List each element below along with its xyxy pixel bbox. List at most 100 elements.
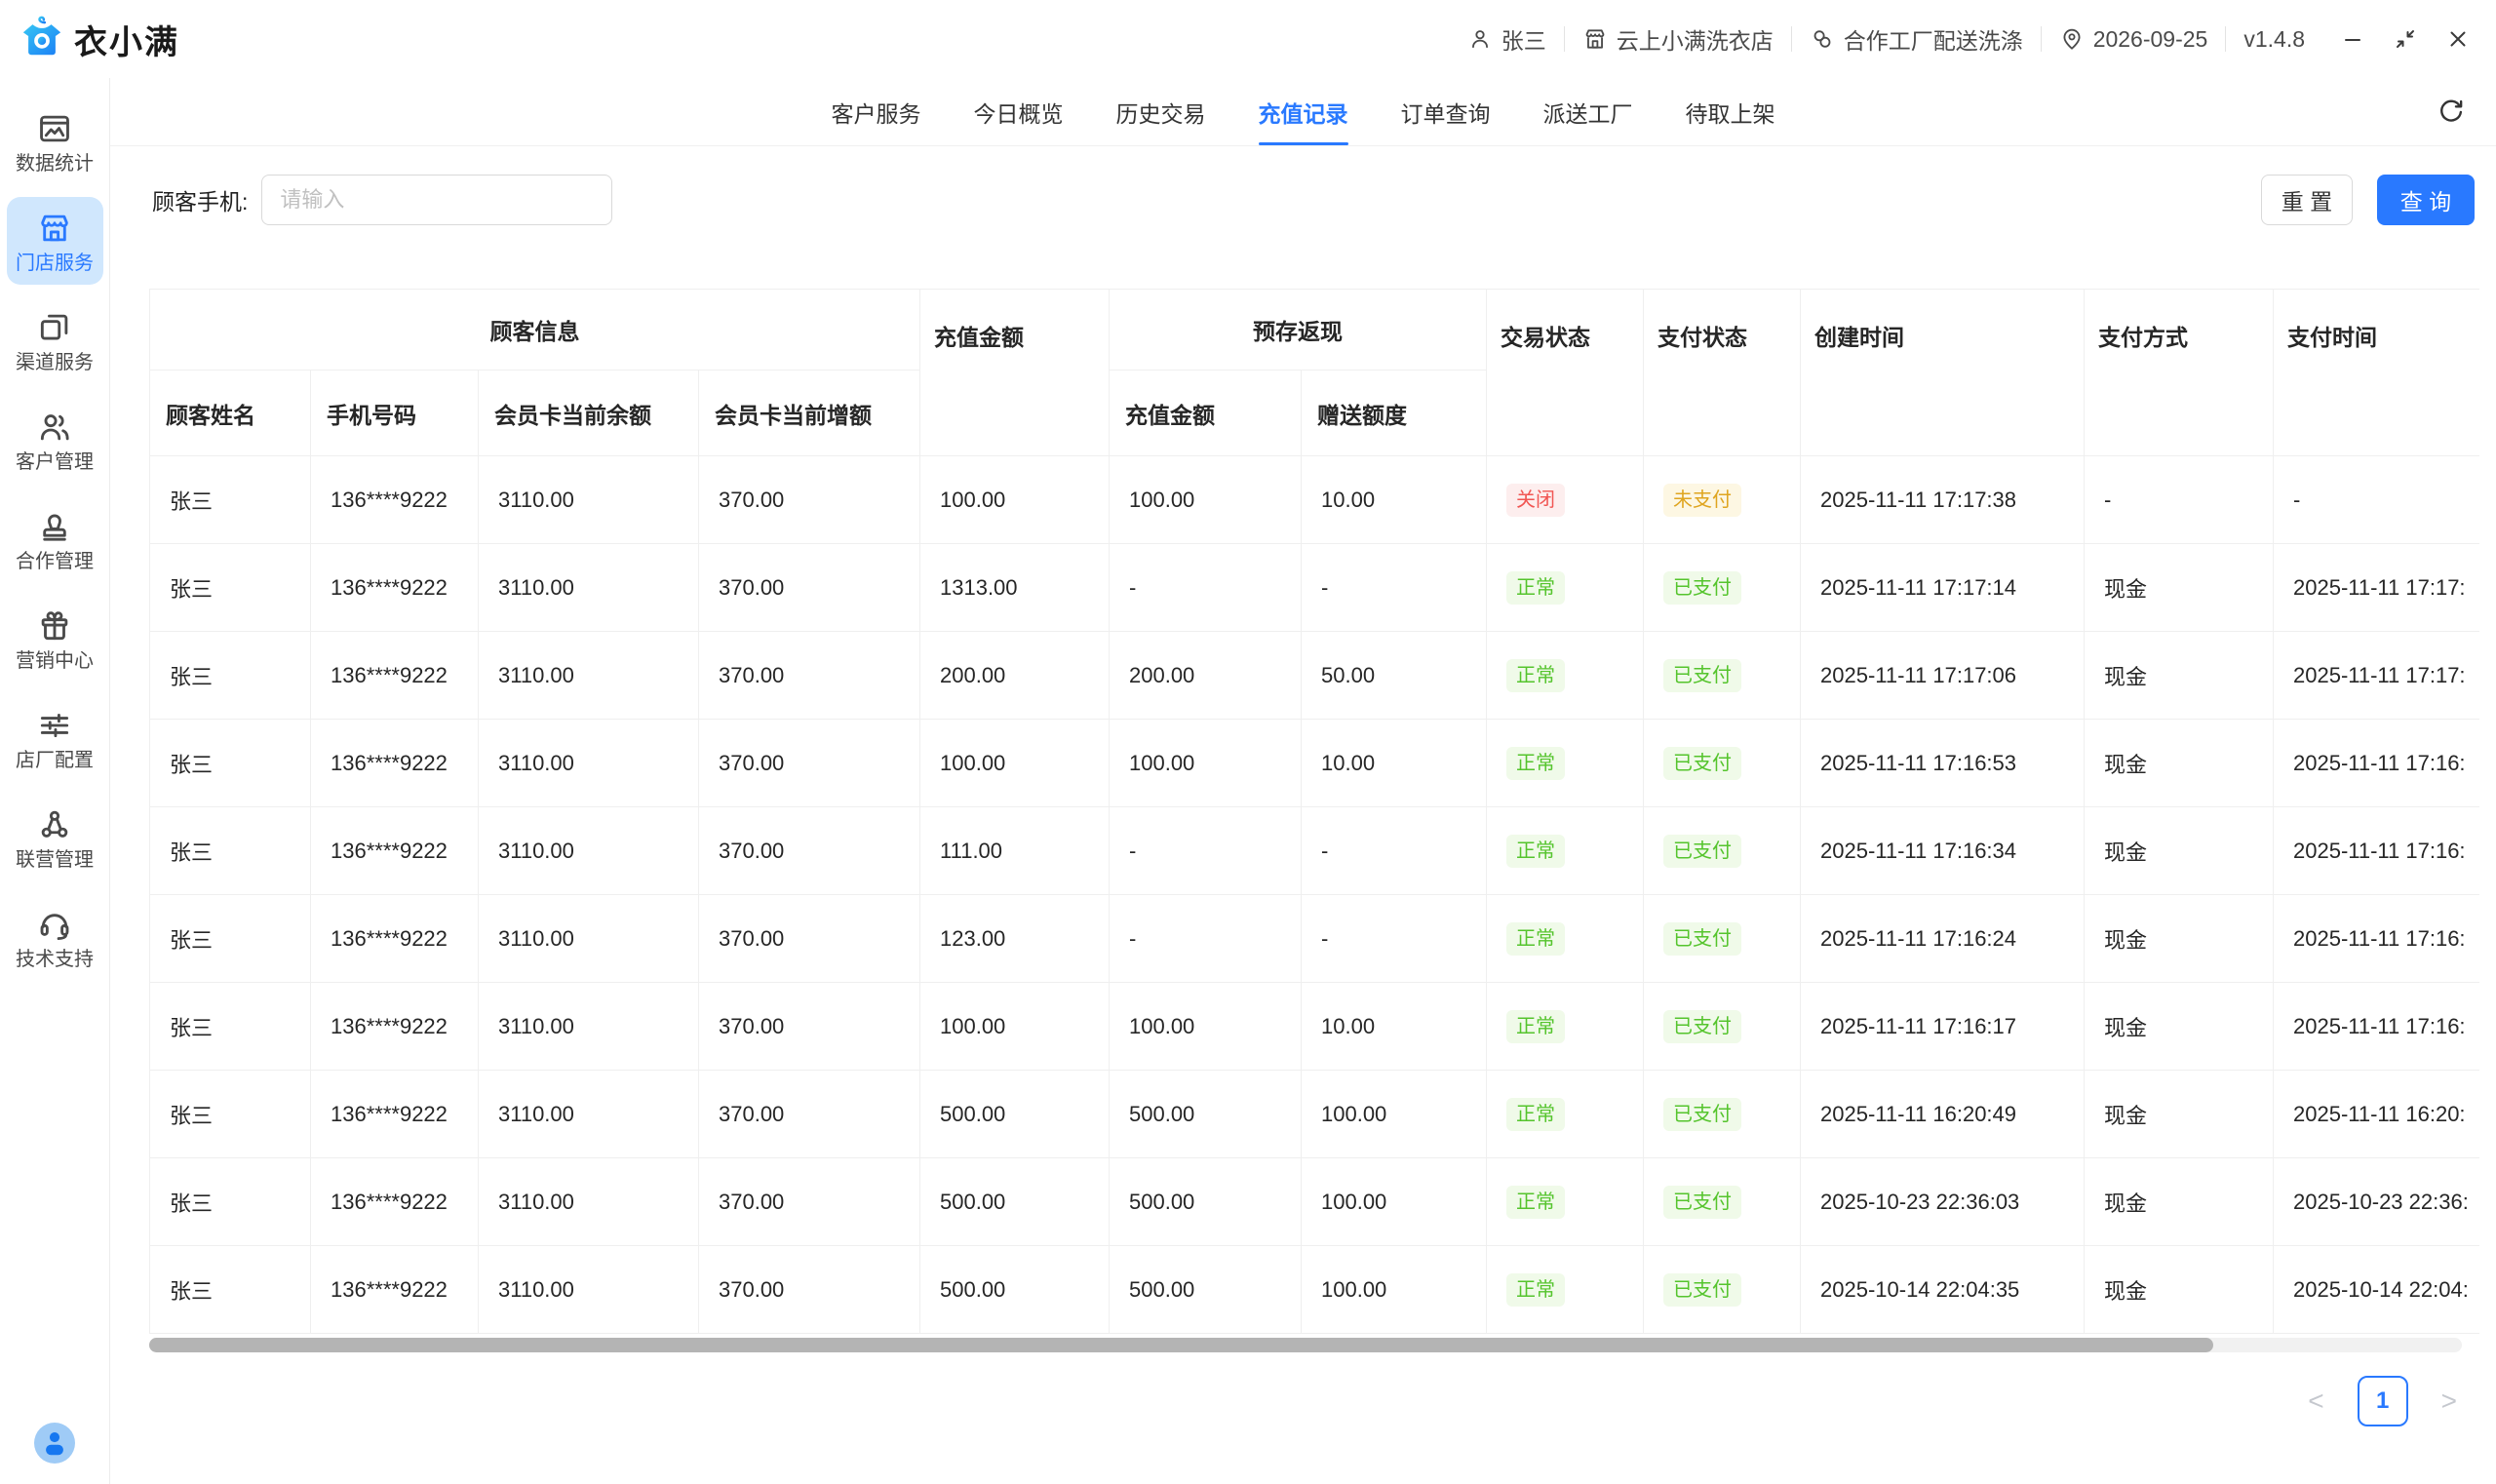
- cell-pay-method: 现金: [2085, 632, 2274, 720]
- cell-prestore-amount: 500.00: [1110, 1246, 1302, 1334]
- cell-card-balance: 3110.00: [479, 895, 699, 983]
- cell-card-balance: 3110.00: [479, 807, 699, 895]
- cell-phone: 136****9222: [311, 983, 479, 1071]
- cell-phone: 136****9222: [311, 1158, 479, 1246]
- cell-pay-time: -: [2274, 456, 2480, 544]
- reset-button[interactable]: 重 置: [2261, 175, 2353, 225]
- status-badge: 正常: [1506, 1273, 1565, 1307]
- cooperation-icon: [36, 508, 73, 545]
- customer-phone-label: 顾客手机:: [152, 183, 248, 216]
- avatar-icon: [34, 1451, 75, 1467]
- cell-pay-method: 现金: [2085, 1158, 2274, 1246]
- status-badge: 已支付: [1663, 835, 1741, 868]
- tab-customer-service[interactable]: 客户服务: [832, 78, 921, 145]
- tab-history-trades[interactable]: 历史交易: [1116, 78, 1206, 145]
- cell-recharge-amount: 111.00: [920, 807, 1110, 895]
- storefront-icon: [36, 210, 73, 247]
- sidebar-item-cooperation-mgmt[interactable]: 合作管理: [7, 495, 103, 583]
- sidebar-item-store-factory-config[interactable]: 店厂配置: [7, 694, 103, 782]
- cell-customer-name: 张三: [150, 632, 311, 720]
- app-logo: 衣小满: [20, 15, 179, 64]
- divider: [2225, 26, 2226, 52]
- current-page[interactable]: 1: [2358, 1376, 2408, 1426]
- search-button[interactable]: 查 询: [2377, 175, 2475, 225]
- sidebar-item-data-stats[interactable]: 数据统计: [7, 98, 103, 185]
- cell-pay-time: 2025-11-11 17:16:: [2274, 895, 2480, 983]
- refresh-icon[interactable]: [2436, 97, 2467, 128]
- cell-recharge-amount: 100.00: [920, 983, 1110, 1071]
- sidebar-item-marketing-center[interactable]: 营销中心: [7, 595, 103, 683]
- system-date: 2026-09-25: [2059, 26, 2208, 53]
- cell-customer-name: 张三: [150, 720, 311, 807]
- sidebar-item-store-service[interactable]: 门店服务: [7, 197, 103, 285]
- tab-bar: 客户服务今日概览历史交易充值记录订单查询派送工厂待取上架: [110, 78, 2496, 146]
- tab-pickup-shelf[interactable]: 待取上架: [1686, 78, 1775, 145]
- status-badge: 正常: [1506, 1010, 1565, 1043]
- table-body: 张三136****92223110.00370.00100.00100.0010…: [150, 456, 2480, 1334]
- status-badge: 正常: [1506, 571, 1565, 605]
- cell-prestore-amount: 500.00: [1110, 1071, 1302, 1158]
- status-badge: 已支付: [1663, 571, 1741, 605]
- status-badge: 已支付: [1663, 747, 1741, 780]
- status-badge: 正常: [1506, 1186, 1565, 1219]
- table-row: 张三136****92223110.00370.00100.00100.0010…: [150, 720, 2480, 807]
- topbar-right: 张三 云上小满洗衣店 合作工厂配送洗涤: [1467, 22, 2471, 56]
- cell-phone: 136****9222: [311, 807, 479, 895]
- cell-recharge-amount: 100.00: [920, 456, 1110, 544]
- cell-pay-method: 现金: [2085, 983, 2274, 1071]
- sidebar-item-channel-service[interactable]: 渠道服务: [7, 296, 103, 384]
- cell-pay-time: 2025-11-11 17:16:: [2274, 807, 2480, 895]
- sidebar-item-alliance-mgmt[interactable]: 联营管理: [7, 794, 103, 881]
- cell-trade-status: 正常: [1487, 983, 1644, 1071]
- config-icon: [36, 707, 73, 744]
- cell-pay-status: 已支付: [1644, 632, 1801, 720]
- cell-recharge-amount: 1313.00: [920, 544, 1110, 632]
- cell-pay-status: 已支付: [1644, 720, 1801, 807]
- next-page-button[interactable]: >: [2441, 1386, 2457, 1417]
- cell-phone: 136****9222: [311, 544, 479, 632]
- close-icon[interactable]: [2445, 26, 2471, 52]
- cell-prestore-amount: 100.00: [1110, 983, 1302, 1071]
- chart-icon: [36, 110, 73, 147]
- cell-trade-status: 关闭: [1487, 456, 1644, 544]
- header-card-bonus: 会员卡当前增额: [699, 371, 920, 456]
- tab-recharge-records[interactable]: 充值记录: [1259, 78, 1348, 145]
- header-phone: 手机号码: [311, 371, 479, 456]
- cell-pay-method: 现金: [2085, 1071, 2274, 1158]
- app-version: v1.4.8: [2243, 26, 2305, 53]
- cell-card-balance: 3110.00: [479, 1246, 699, 1334]
- prev-page-button[interactable]: <: [2308, 1386, 2323, 1417]
- customer-phone-input[interactable]: [261, 175, 612, 225]
- cell-create-time: 2025-11-11 17:16:53: [1801, 720, 2085, 807]
- cell-card-balance: 3110.00: [479, 544, 699, 632]
- cell-customer-name: 张三: [150, 1158, 311, 1246]
- cell-card-bonus: 370.00: [699, 1246, 920, 1334]
- tab-order-query[interactable]: 订单查询: [1401, 78, 1491, 145]
- tab-today-overview[interactable]: 今日概览: [974, 78, 1064, 145]
- status-badge: 已支付: [1663, 1186, 1741, 1219]
- tab-dispatch-factory[interactable]: 派送工厂: [1543, 78, 1633, 145]
- cell-trade-status: 正常: [1487, 720, 1644, 807]
- cell-pay-method: 现金: [2085, 807, 2274, 895]
- sidebar: 数据统计门店服务渠道服务客户管理合作管理营销中心店厂配置联营管理技术支持: [0, 78, 110, 1484]
- cell-pay-method: -: [2085, 456, 2274, 544]
- horizontal-scrollbar: [149, 1338, 2462, 1352]
- restore-button[interactable]: [2393, 26, 2418, 52]
- scrollbar-thumb[interactable]: [149, 1338, 2213, 1352]
- user-avatar[interactable]: [34, 1423, 75, 1468]
- cell-phone: 136****9222: [311, 720, 479, 807]
- sidebar-item-customer-mgmt[interactable]: 客户管理: [7, 396, 103, 484]
- minimize-button[interactable]: [2340, 26, 2365, 52]
- cell-pay-time: 2025-11-11 17:16:: [2274, 720, 2480, 807]
- cell-pay-time: 2025-11-11 16:20:: [2274, 1071, 2480, 1158]
- sidebar-item-label: 合作管理: [16, 552, 94, 571]
- status-badge: 正常: [1506, 747, 1565, 780]
- header-gift-quota: 赠送额度: [1302, 371, 1487, 456]
- cell-card-bonus: 370.00: [699, 1071, 920, 1158]
- status-badge: 已支付: [1663, 922, 1741, 956]
- status-badge: 已支付: [1663, 1273, 1741, 1307]
- sidebar-item-label: 门店服务: [16, 254, 94, 273]
- cell-trade-status: 正常: [1487, 807, 1644, 895]
- cell-recharge-amount: 500.00: [920, 1158, 1110, 1246]
- sidebar-item-tech-support[interactable]: 技术支持: [7, 893, 103, 981]
